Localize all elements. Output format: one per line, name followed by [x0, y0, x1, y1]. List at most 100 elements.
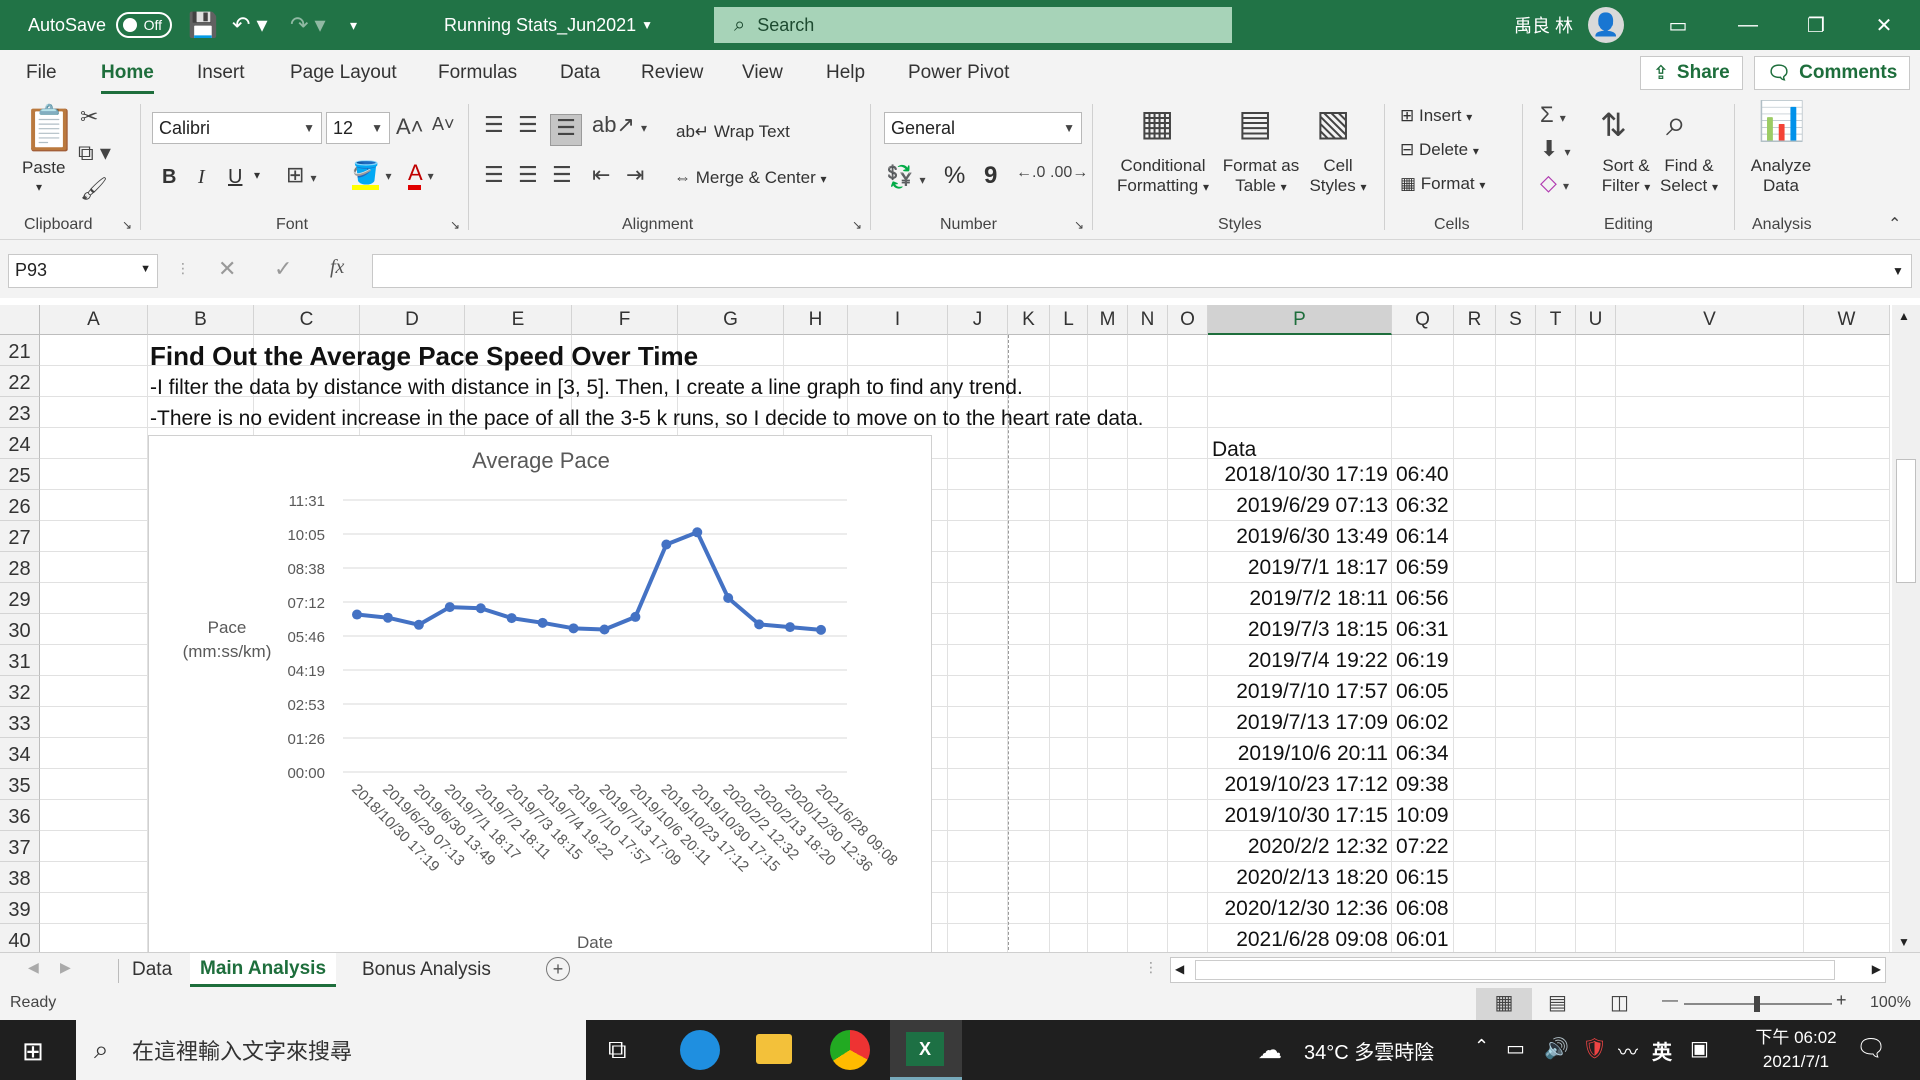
- formula-input[interactable]: [372, 254, 1912, 288]
- weather-icon[interactable]: ☁: [1258, 1036, 1282, 1065]
- scroll-right-icon[interactable]: ▶: [1872, 962, 1881, 976]
- security-icon[interactable]: 🛡: [1582, 1036, 1607, 1061]
- file-explorer-icon[interactable]: [756, 1034, 792, 1064]
- clear-icon[interactable]: ◇ ▾: [1540, 170, 1569, 196]
- data-cell-date[interactable]: 2019/6/29 07:13: [1208, 494, 1388, 518]
- data-cell-date[interactable]: 2019/7/13 17:09: [1208, 711, 1388, 735]
- tab-help[interactable]: Help: [826, 62, 865, 84]
- zoom-out-icon[interactable]: —: [1662, 992, 1678, 1010]
- comments-button[interactable]: 🗨 Comments: [1754, 56, 1911, 90]
- borders-icon[interactable]: ⊞ ▾: [286, 162, 317, 188]
- italic-button[interactable]: I: [198, 166, 205, 189]
- data-cell-date[interactable]: 2019/10/6 20:11: [1208, 742, 1388, 766]
- data-cell-pace[interactable]: 09:38: [1396, 773, 1449, 797]
- data-cell-pace[interactable]: 06:34: [1396, 742, 1449, 766]
- column-header-v[interactable]: V: [1616, 305, 1804, 335]
- autosum-icon[interactable]: Σ ▾: [1540, 102, 1566, 128]
- copy-icon[interactable]: ⧉ ▾: [78, 140, 111, 166]
- column-header-i[interactable]: I: [848, 305, 948, 335]
- redo-icon[interactable]: ↷ ▾: [290, 0, 326, 50]
- data-cell-date[interactable]: 2019/7/1 18:17: [1208, 556, 1388, 580]
- row-header-40[interactable]: 40: [0, 924, 40, 952]
- delete-cells-button[interactable]: ⊟ Delete ▾: [1400, 140, 1479, 160]
- data-cell-date[interactable]: 2018/10/30 17:19: [1208, 463, 1389, 487]
- row-header-32[interactable]: 32: [0, 676, 40, 707]
- alignment-launcher-icon[interactable]: ↘: [852, 218, 862, 232]
- sheet-tab-data[interactable]: Data: [122, 953, 182, 987]
- hscroll-thumb[interactable]: [1195, 960, 1835, 980]
- row-header-36[interactable]: 36: [0, 800, 40, 831]
- column-header-o[interactable]: O: [1168, 305, 1208, 335]
- paste-label[interactable]: Paste: [22, 158, 65, 178]
- merge-center-button[interactable]: ⇔ Merge & Center ▾: [674, 168, 827, 188]
- page-layout-view-icon[interactable]: ▤: [1548, 990, 1567, 1015]
- battery-icon[interactable]: ▭: [1506, 1036, 1525, 1061]
- orientation-icon[interactable]: ab↗ ▾: [592, 112, 647, 138]
- minimize-icon[interactable]: —: [1718, 0, 1778, 50]
- wifi-icon[interactable]: 〰: [1618, 1036, 1638, 1065]
- column-header-b[interactable]: B: [148, 305, 254, 335]
- align-bottom-icon[interactable]: ☰: [550, 114, 582, 146]
- cell-styles-icon[interactable]: ▧: [1316, 102, 1350, 144]
- row-header-34[interactable]: 34: [0, 738, 40, 769]
- align-left-icon[interactable]: ☰: [484, 162, 504, 188]
- task-view-icon[interactable]: ⧉: [608, 1034, 627, 1066]
- save-icon[interactable]: 💾: [188, 0, 218, 50]
- column-header-m[interactable]: M: [1088, 305, 1128, 335]
- share-button[interactable]: ⇪ Share: [1640, 56, 1743, 90]
- data-cell-pace[interactable]: 06:08: [1396, 897, 1449, 921]
- user-name[interactable]: 禹良 林: [1514, 0, 1573, 50]
- data-cell-date[interactable]: 2019/7/10 17:57: [1208, 680, 1388, 704]
- number-launcher-icon[interactable]: ↘: [1074, 218, 1084, 232]
- column-header-s[interactable]: S: [1496, 305, 1536, 335]
- cell-styles-button[interactable]: Cell Styles ▾: [1308, 156, 1368, 196]
- column-header-c[interactable]: C: [254, 305, 360, 335]
- decrease-font-icon[interactable]: A˅: [432, 114, 455, 135]
- avatar[interactable]: 👤: [1588, 0, 1624, 50]
- row-header-37[interactable]: 37: [0, 831, 40, 862]
- align-center-icon[interactable]: ☰: [518, 162, 538, 188]
- tab-file[interactable]: File: [26, 62, 57, 84]
- tab-review[interactable]: Review: [641, 62, 703, 84]
- column-header-k[interactable]: K: [1008, 305, 1050, 335]
- row-header-23[interactable]: 23: [0, 397, 40, 428]
- increase-font-icon[interactable]: A˄: [396, 114, 424, 140]
- customize-qat-icon[interactable]: ▾: [350, 0, 357, 50]
- search-box[interactable]: ⌕ Search: [714, 7, 1232, 43]
- data-cell-date[interactable]: 2021/6/28 09:08: [1208, 928, 1388, 952]
- column-header-g[interactable]: G: [678, 305, 784, 335]
- ime-indicator[interactable]: 英: [1652, 1036, 1672, 1065]
- analyze-data-button[interactable]: Analyze Data: [1746, 156, 1816, 196]
- column-header-u[interactable]: U: [1576, 305, 1616, 335]
- close-icon[interactable]: ✕: [1854, 0, 1914, 50]
- insert-function-icon[interactable]: fx: [330, 256, 344, 279]
- expand-formula-icon[interactable]: ▼: [1892, 264, 1904, 278]
- cut-icon[interactable]: ✂: [80, 104, 98, 130]
- accounting-icon[interactable]: 💱 ▾: [886, 164, 926, 190]
- data-cell-pace[interactable]: 06:19: [1396, 649, 1449, 673]
- volume-icon[interactable]: 🔊: [1544, 1036, 1569, 1061]
- select-all-button[interactable]: [0, 305, 40, 335]
- percent-button[interactable]: %: [944, 162, 965, 190]
- row-header-22[interactable]: 22: [0, 366, 40, 397]
- row-header-21[interactable]: 21: [0, 335, 40, 366]
- zoom-in-icon[interactable]: +: [1836, 990, 1847, 1011]
- tab-insert[interactable]: Insert: [197, 62, 245, 84]
- data-cell-pace[interactable]: 06:31: [1396, 618, 1449, 642]
- sort-filter-button[interactable]: Sort & Filter ▾: [1596, 156, 1656, 196]
- autosave[interactable]: AutoSave Off: [28, 0, 173, 50]
- bold-button[interactable]: B: [162, 166, 176, 189]
- column-header-w[interactable]: W: [1804, 305, 1890, 335]
- font-size-select[interactable]: 12 ▼: [326, 112, 390, 144]
- sheet-tab-bonus-analysis[interactable]: Bonus Analysis: [352, 953, 501, 987]
- cancel-icon[interactable]: ✕: [218, 256, 236, 282]
- column-header-n[interactable]: N: [1128, 305, 1168, 335]
- decrease-indent-icon[interactable]: ⇤: [592, 162, 610, 188]
- conditional-formatting-button[interactable]: Conditional Formatting ▾: [1114, 156, 1212, 196]
- find-select-icon[interactable]: ⌕: [1666, 102, 1686, 145]
- fill-icon[interactable]: ⬇ ▾: [1540, 136, 1571, 162]
- decrease-decimal-icon[interactable]: .00→: [1050, 164, 1088, 182]
- row-header-33[interactable]: 33: [0, 707, 40, 738]
- enter-icon[interactable]: ✓: [274, 256, 292, 282]
- number-format-select[interactable]: General ▼: [884, 112, 1082, 144]
